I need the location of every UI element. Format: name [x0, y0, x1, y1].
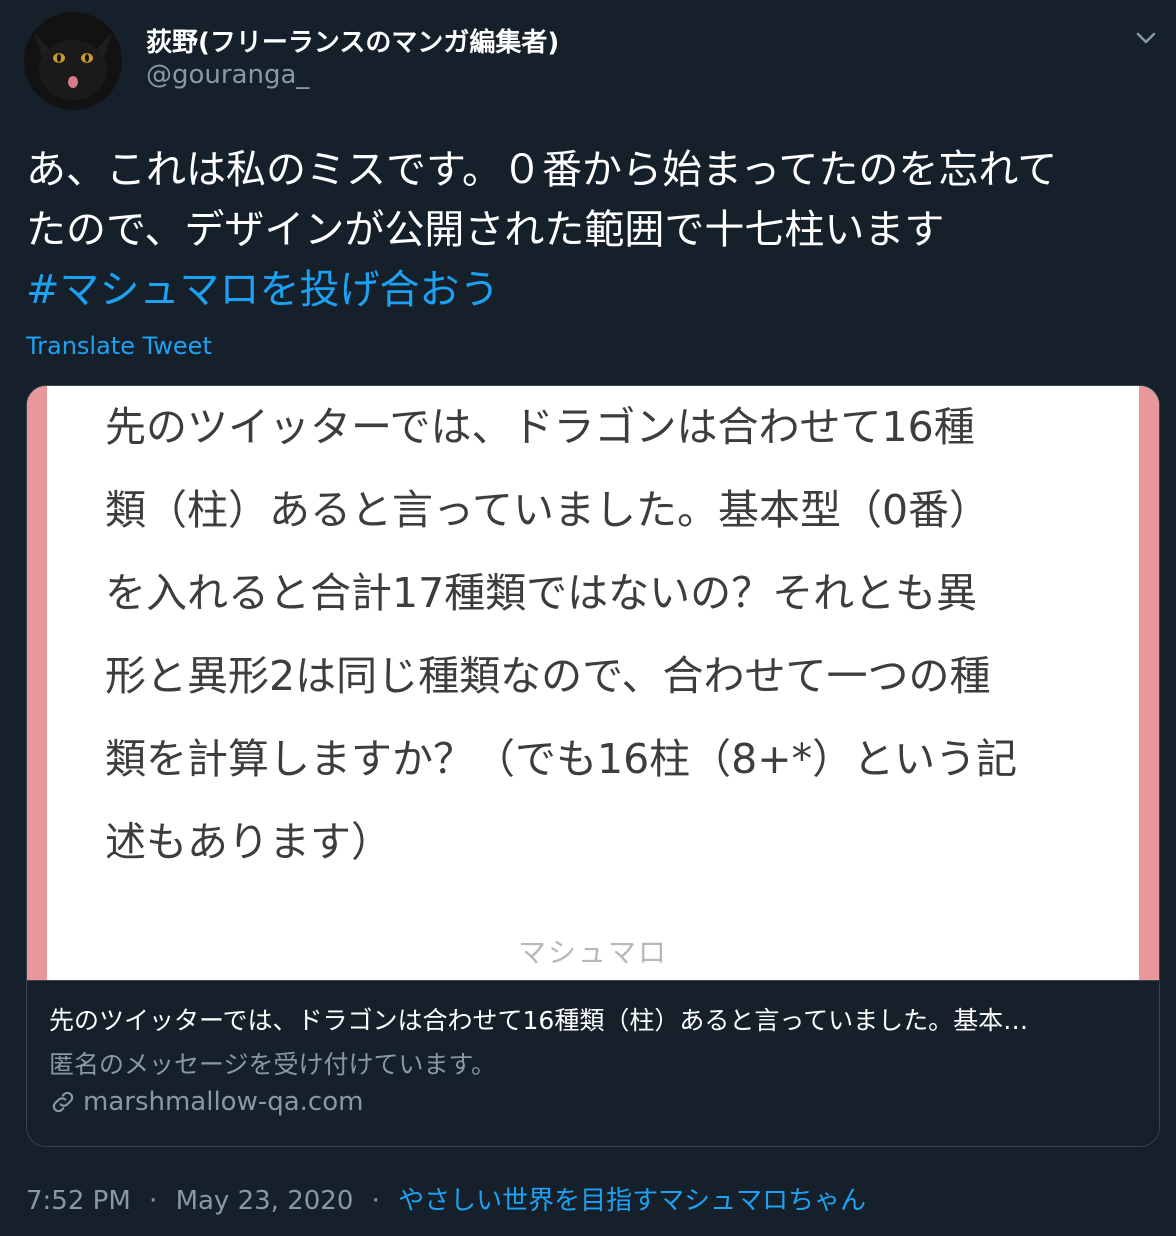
card-image-brand: マシュマロ: [517, 936, 668, 969]
author-handle[interactable]: @gouranga_: [146, 60, 309, 90]
meta-separator: ·: [149, 1186, 158, 1216]
link-card[interactable]: 先のツイッターでは、ドラゴンは合わせて16種 類（柱）あると言っていました。基本…: [26, 385, 1160, 1147]
card-image-line: 類（柱）あると言っていました。基本型（0番）: [105, 486, 991, 534]
tweet-text-line: たので、デザインが公開された範囲で十七柱います: [26, 207, 945, 253]
avatar[interactable]: [24, 12, 122, 110]
card-image-border-right: [1139, 386, 1159, 980]
tweet-text-line: あ、これは私のミスです。０番から始まってたのを忘れて: [26, 147, 1058, 193]
tweet-time[interactable]: 7:52 PM: [26, 1186, 131, 1216]
link-icon: [52, 1091, 74, 1113]
black-cat-avatar-image: [24, 12, 122, 110]
card-image-line: 先のツイッターでは、ドラゴンは合わせて16種: [105, 403, 975, 451]
card-description: 匿名のメッセージを受け付けています。: [49, 1050, 497, 1079]
tweet-text: あ、これは私のミスです。０番から始まってたのを忘れて たので、デザインが公開され…: [26, 140, 1156, 320]
card-image-text: 先のツイッターでは、ドラゴンは合わせて16種 類（柱）あると言っていました。基本…: [105, 386, 1115, 884]
card-image-line: 形と異形2は同じ種類なので、合わせて一つの種: [105, 652, 991, 700]
card-image: 先のツイッターでは、ドラゴンは合わせて16種 類（柱）あると言っていました。基本…: [27, 386, 1159, 980]
meta-separator: ·: [371, 1186, 380, 1216]
card-meta: 先のツイッターでは、ドラゴンは合わせて16種類（柱）あると言っていました。基本……: [27, 980, 1159, 1146]
card-image-line: を入れると合計17種類ではないの？それとも異: [105, 569, 978, 617]
tweet-date[interactable]: May 23, 2020: [176, 1186, 354, 1216]
tweet-meta: 7:52 PM · May 23, 2020 · やさしい世界を目指すマシュマロ…: [26, 1180, 866, 1217]
card-image-border-left: [27, 386, 47, 980]
tweet-source-link[interactable]: やさしい世界を目指すマシュマロちゃん: [398, 1186, 866, 1216]
card-domain: marshmallow-qa.com: [49, 1087, 363, 1117]
chevron-down-icon[interactable]: [1130, 22, 1162, 54]
card-title: 先のツイッターでは、ドラゴンは合わせて16種類（柱）あると言っていました。基本…: [49, 1006, 1029, 1035]
tweet-container: 荻野(フリーランスのマンガ編集者) @gouranga_ あ、これは私のミスです…: [0, 0, 1176, 1236]
author-name[interactable]: 荻野(フリーランスのマンガ編集者): [146, 22, 559, 59]
card-domain-text: marshmallow-qa.com: [83, 1087, 364, 1117]
hashtag-link[interactable]: #マシュマロを投げ合おう: [26, 260, 1156, 320]
card-image-line: 類を計算しますか？（でも16柱（8+*）という記: [105, 735, 1018, 783]
card-image-line: 述もあります）: [105, 818, 392, 866]
translate-tweet-link[interactable]: Translate Tweet: [26, 332, 212, 360]
